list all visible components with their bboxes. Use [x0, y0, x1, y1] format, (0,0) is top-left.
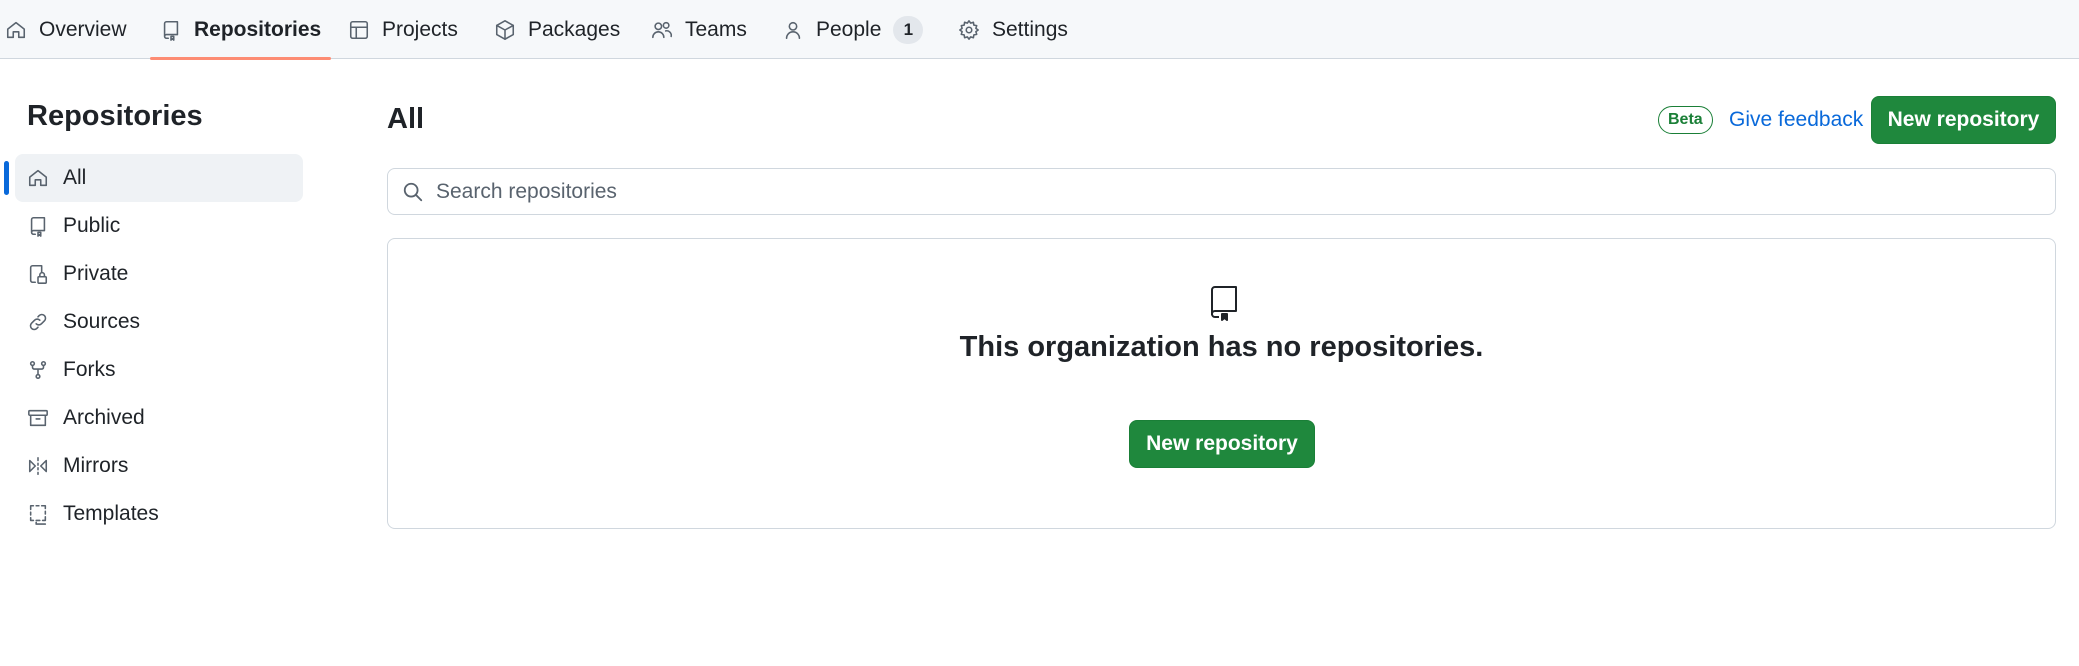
- search-input[interactable]: [436, 179, 1936, 204]
- home-icon: [28, 169, 48, 187]
- sidebar-item-mirrors[interactable]: Mirrors: [15, 442, 303, 490]
- tab-overview[interactable]: Overview: [5, 0, 127, 59]
- tab-label: Teams: [685, 17, 747, 41]
- repo-icon: [30, 216, 46, 237]
- tab-label: Packages: [528, 17, 621, 41]
- sidebar-item-private[interactable]: Private: [15, 250, 303, 298]
- tab-label: Overview: [39, 17, 127, 41]
- sidebar-item-label: All: [63, 166, 87, 189]
- sidebar-item-label: Forks: [63, 358, 116, 381]
- tab-repositories[interactable]: Repositories: [149, 0, 332, 60]
- repo-locked-icon: [29, 264, 48, 284]
- tab-projects[interactable]: Projects: [348, 0, 458, 59]
- sidebar-item-label: Templates: [63, 502, 159, 525]
- blankslate-message: This organization has no repositories.: [959, 331, 1484, 363]
- tab-label: People: [816, 17, 882, 41]
- tab-label: Repositories: [194, 17, 322, 41]
- sidebar-item-public[interactable]: Public: [15, 202, 303, 250]
- archive-icon: [28, 409, 48, 427]
- blankslate-new-repository-button[interactable]: New repository: [1129, 420, 1315, 468]
- home-icon: [6, 21, 26, 38]
- people-count-badge: 1: [893, 15, 924, 44]
- tab-label: Settings: [992, 17, 1068, 41]
- template-icon: [29, 504, 47, 525]
- search-box: [387, 168, 2056, 215]
- tab-teams[interactable]: Teams: [651, 0, 747, 59]
- sidebar-item-archived[interactable]: Archived: [15, 394, 303, 442]
- search-icon: [403, 182, 423, 201]
- repo-icon: [163, 20, 179, 41]
- gear-icon: [959, 19, 979, 40]
- people-icon: [652, 21, 673, 38]
- tab-settings[interactable]: Settings: [958, 0, 1068, 59]
- package-icon: [495, 19, 515, 40]
- person-icon: [785, 21, 801, 39]
- blankslate: This organization has no repositories. N…: [387, 238, 2056, 529]
- sidebar-item-templates[interactable]: Templates: [15, 490, 303, 538]
- mirror-icon: [28, 456, 48, 476]
- link-icon: [29, 313, 47, 331]
- table-icon: [349, 20, 369, 39]
- page-title: All: [387, 103, 425, 135]
- give-feedback-link[interactable]: Give feedback: [1729, 108, 1863, 132]
- sidebar-item-label: Private: [63, 262, 129, 285]
- repo-icon: [1208, 285, 1240, 321]
- new-repository-button[interactable]: New repository: [1871, 96, 2056, 144]
- sidebar-item-label: Public: [63, 214, 121, 237]
- sidebar-title: Repositories: [27, 100, 203, 132]
- sidebar-item-forks[interactable]: Forks: [15, 346, 303, 394]
- tab-packages[interactable]: Packages: [494, 0, 620, 59]
- tab-people[interactable]: People 1: [782, 0, 924, 59]
- org-nav: Overview Repositories Projects Packages …: [0, 0, 2079, 60]
- sidebar-item-all[interactable]: All: [4, 154, 303, 202]
- fork-icon: [29, 360, 47, 380]
- sidebar-item-sources[interactable]: Sources: [15, 298, 303, 346]
- sidebar-item-label: Mirrors: [63, 454, 129, 477]
- sidebar-item-label: Sources: [63, 310, 141, 333]
- sidebar-item-label: Archived: [63, 406, 145, 429]
- beta-badge: Beta: [1658, 106, 1713, 134]
- tab-label: Projects: [382, 17, 458, 41]
